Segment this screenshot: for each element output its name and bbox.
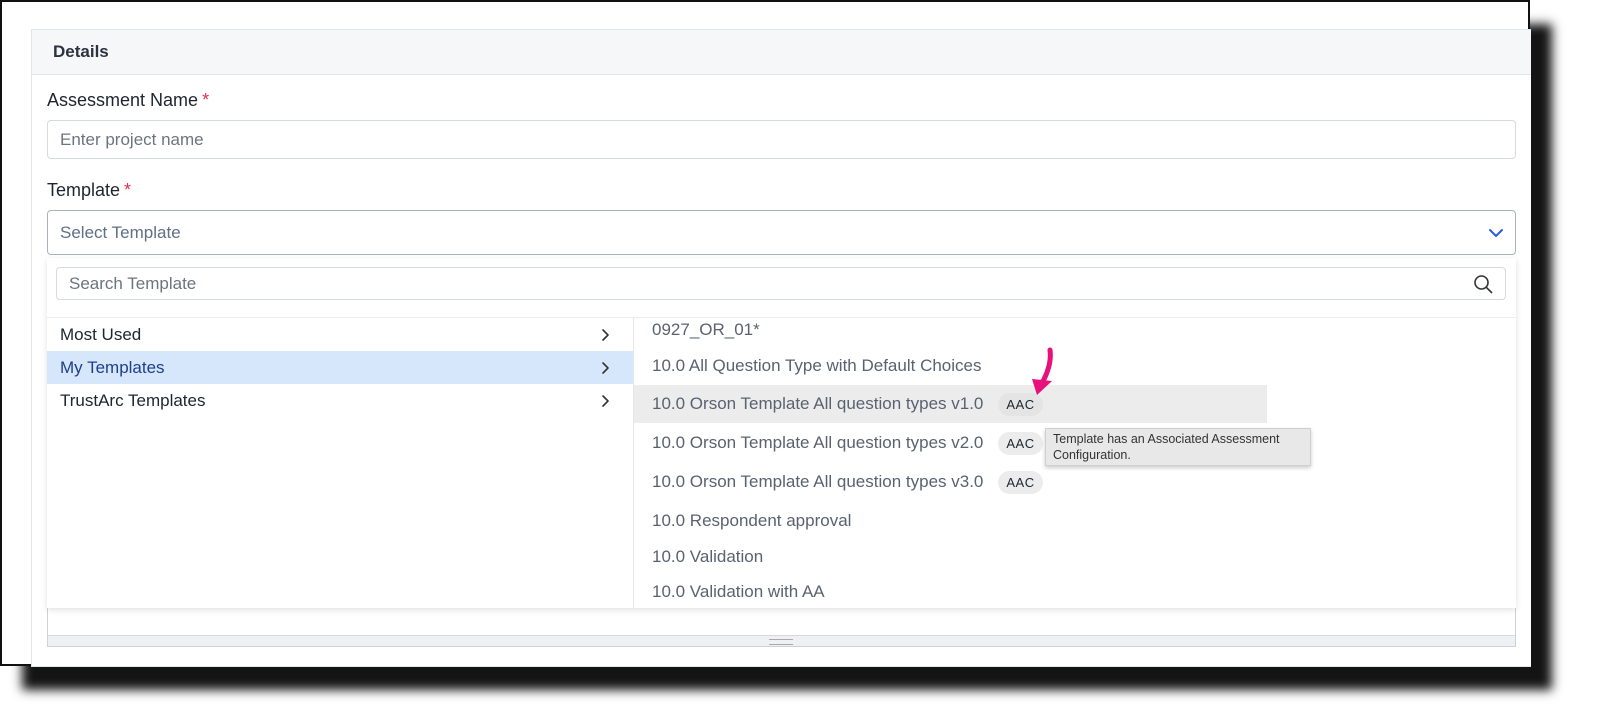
- template-item[interactable]: 10.0 Orson Template All question types v…: [634, 464, 1043, 500]
- template-item-label: 0927_OR_01*: [652, 320, 760, 339]
- template-item[interactable]: 10.0 Orson Template All question types v…: [634, 425, 1043, 461]
- template-item[interactable]: 0927_OR_01*: [634, 318, 760, 348]
- template-item-label: 10.0 Orson Template All question types v…: [652, 433, 984, 452]
- template-search-input[interactable]: [57, 268, 1505, 299]
- template-item[interactable]: 10.0 All Question Type with Default Choi…: [634, 348, 981, 384]
- category-label: My Templates: [60, 357, 165, 377]
- assessment-name-label-text: Assessment Name: [47, 90, 199, 110]
- template-item[interactable]: 10.0 Orson Template All question types v…: [634, 385, 1267, 423]
- assessment-name-label: Assessment Name *: [47, 90, 209, 111]
- category-label: Most Used: [60, 324, 142, 344]
- chevron-right-icon: [602, 362, 609, 374]
- description-textarea[interactable]: [47, 606, 1516, 647]
- required-mark: *: [124, 180, 132, 200]
- category-item-trustarc-templates[interactable]: TrustArc Templates: [47, 384, 634, 417]
- template-item-label: 10.0 Respondent approval: [652, 511, 852, 530]
- template-label-text: Template: [47, 180, 121, 200]
- template-item[interactable]: 10.0 Respondent approval: [634, 503, 851, 539]
- category-list: Most Used My Templates TrustArc Template…: [47, 318, 634, 417]
- template-item-label: 10.0 All Question Type with Default Choi…: [652, 356, 982, 375]
- annotation-arrow-icon: [1032, 347, 1053, 395]
- template-label: Template *: [47, 180, 131, 201]
- chevron-right-icon: [602, 329, 609, 341]
- template-item-label: 10.0 Orson Template All question types v…: [652, 472, 984, 491]
- search-icon[interactable]: [1473, 274, 1493, 294]
- category-item-my-templates[interactable]: My Templates: [47, 351, 634, 384]
- resize-handle[interactable]: [48, 635, 1515, 646]
- template-item-label: 10.0 Orson Template All question types v…: [652, 394, 984, 413]
- category-label: TrustArc Templates: [60, 390, 206, 410]
- chevron-right-icon: [602, 395, 609, 407]
- category-item-most-used[interactable]: Most Used: [47, 318, 634, 351]
- required-mark: *: [202, 90, 210, 110]
- aac-badge[interactable]: AAC: [998, 431, 1043, 455]
- aac-tooltip: Template has an Associated Assessment Co…: [1045, 428, 1311, 466]
- template-item-label: 10.0 Validation with AA: [652, 582, 825, 601]
- grip-icon: [769, 639, 793, 645]
- assessment-name-input[interactable]: [47, 120, 1516, 159]
- template-item-label: 10.0 Validation: [652, 547, 764, 566]
- template-select[interactable]: Select Template: [47, 210, 1516, 255]
- template-select-placeholder: Select Template: [60, 222, 181, 242]
- aac-badge[interactable]: AAC: [998, 470, 1043, 494]
- template-item[interactable]: 10.0 Validation with AA: [634, 574, 825, 608]
- panel-header: Details: [32, 30, 1531, 75]
- template-search-field: [56, 267, 1506, 300]
- chevron-down-icon: [1489, 229, 1503, 237]
- panel-title: Details: [53, 42, 109, 61]
- template-item[interactable]: 10.0 Validation: [634, 539, 763, 575]
